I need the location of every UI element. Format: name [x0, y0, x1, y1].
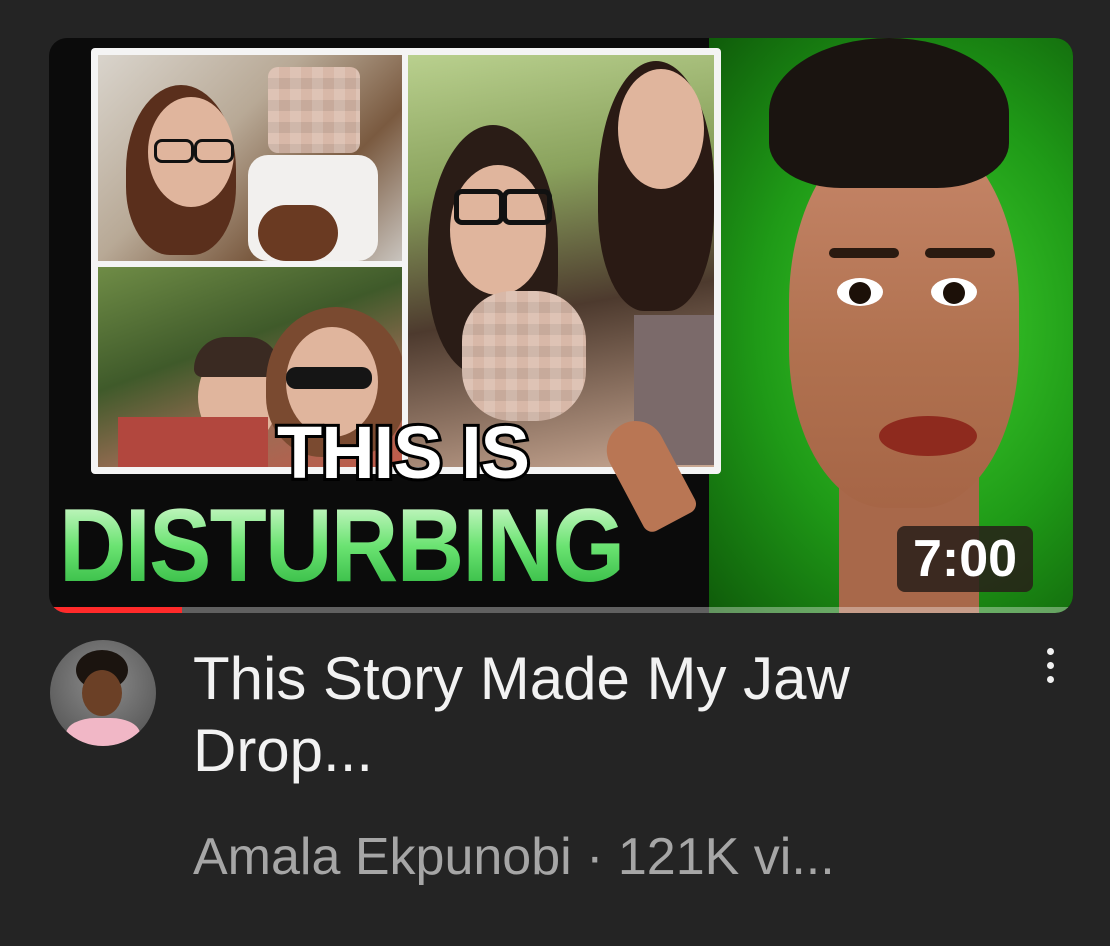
collage-photo-3 [408, 55, 714, 467]
channel-avatar[interactable] [50, 640, 156, 746]
avatar-shirt [66, 718, 140, 746]
menu-dot [1046, 662, 1054, 669]
menu-dot [1046, 648, 1054, 655]
video-thumbnail[interactable]: THIS IS DISTURBING 7:00 [49, 38, 1073, 613]
avatar-face [82, 670, 122, 716]
watch-progress-fill [49, 607, 183, 613]
menu-dot [1046, 676, 1054, 683]
video-title[interactable]: This Story Made My Jaw Drop... [193, 643, 1003, 787]
thumbnail-headline-line2: DISTURBING [59, 488, 625, 604]
collage-photo-1 [98, 55, 402, 261]
watch-progress-bar [49, 607, 1073, 613]
more-vert-icon[interactable] [1028, 644, 1072, 708]
video-duration-badge: 7:00 [897, 526, 1034, 592]
video-meta: Amala Ekpunobi · 121K vi... [193, 828, 835, 886]
thumbnail-headline-line1: THIS IS [274, 411, 533, 494]
